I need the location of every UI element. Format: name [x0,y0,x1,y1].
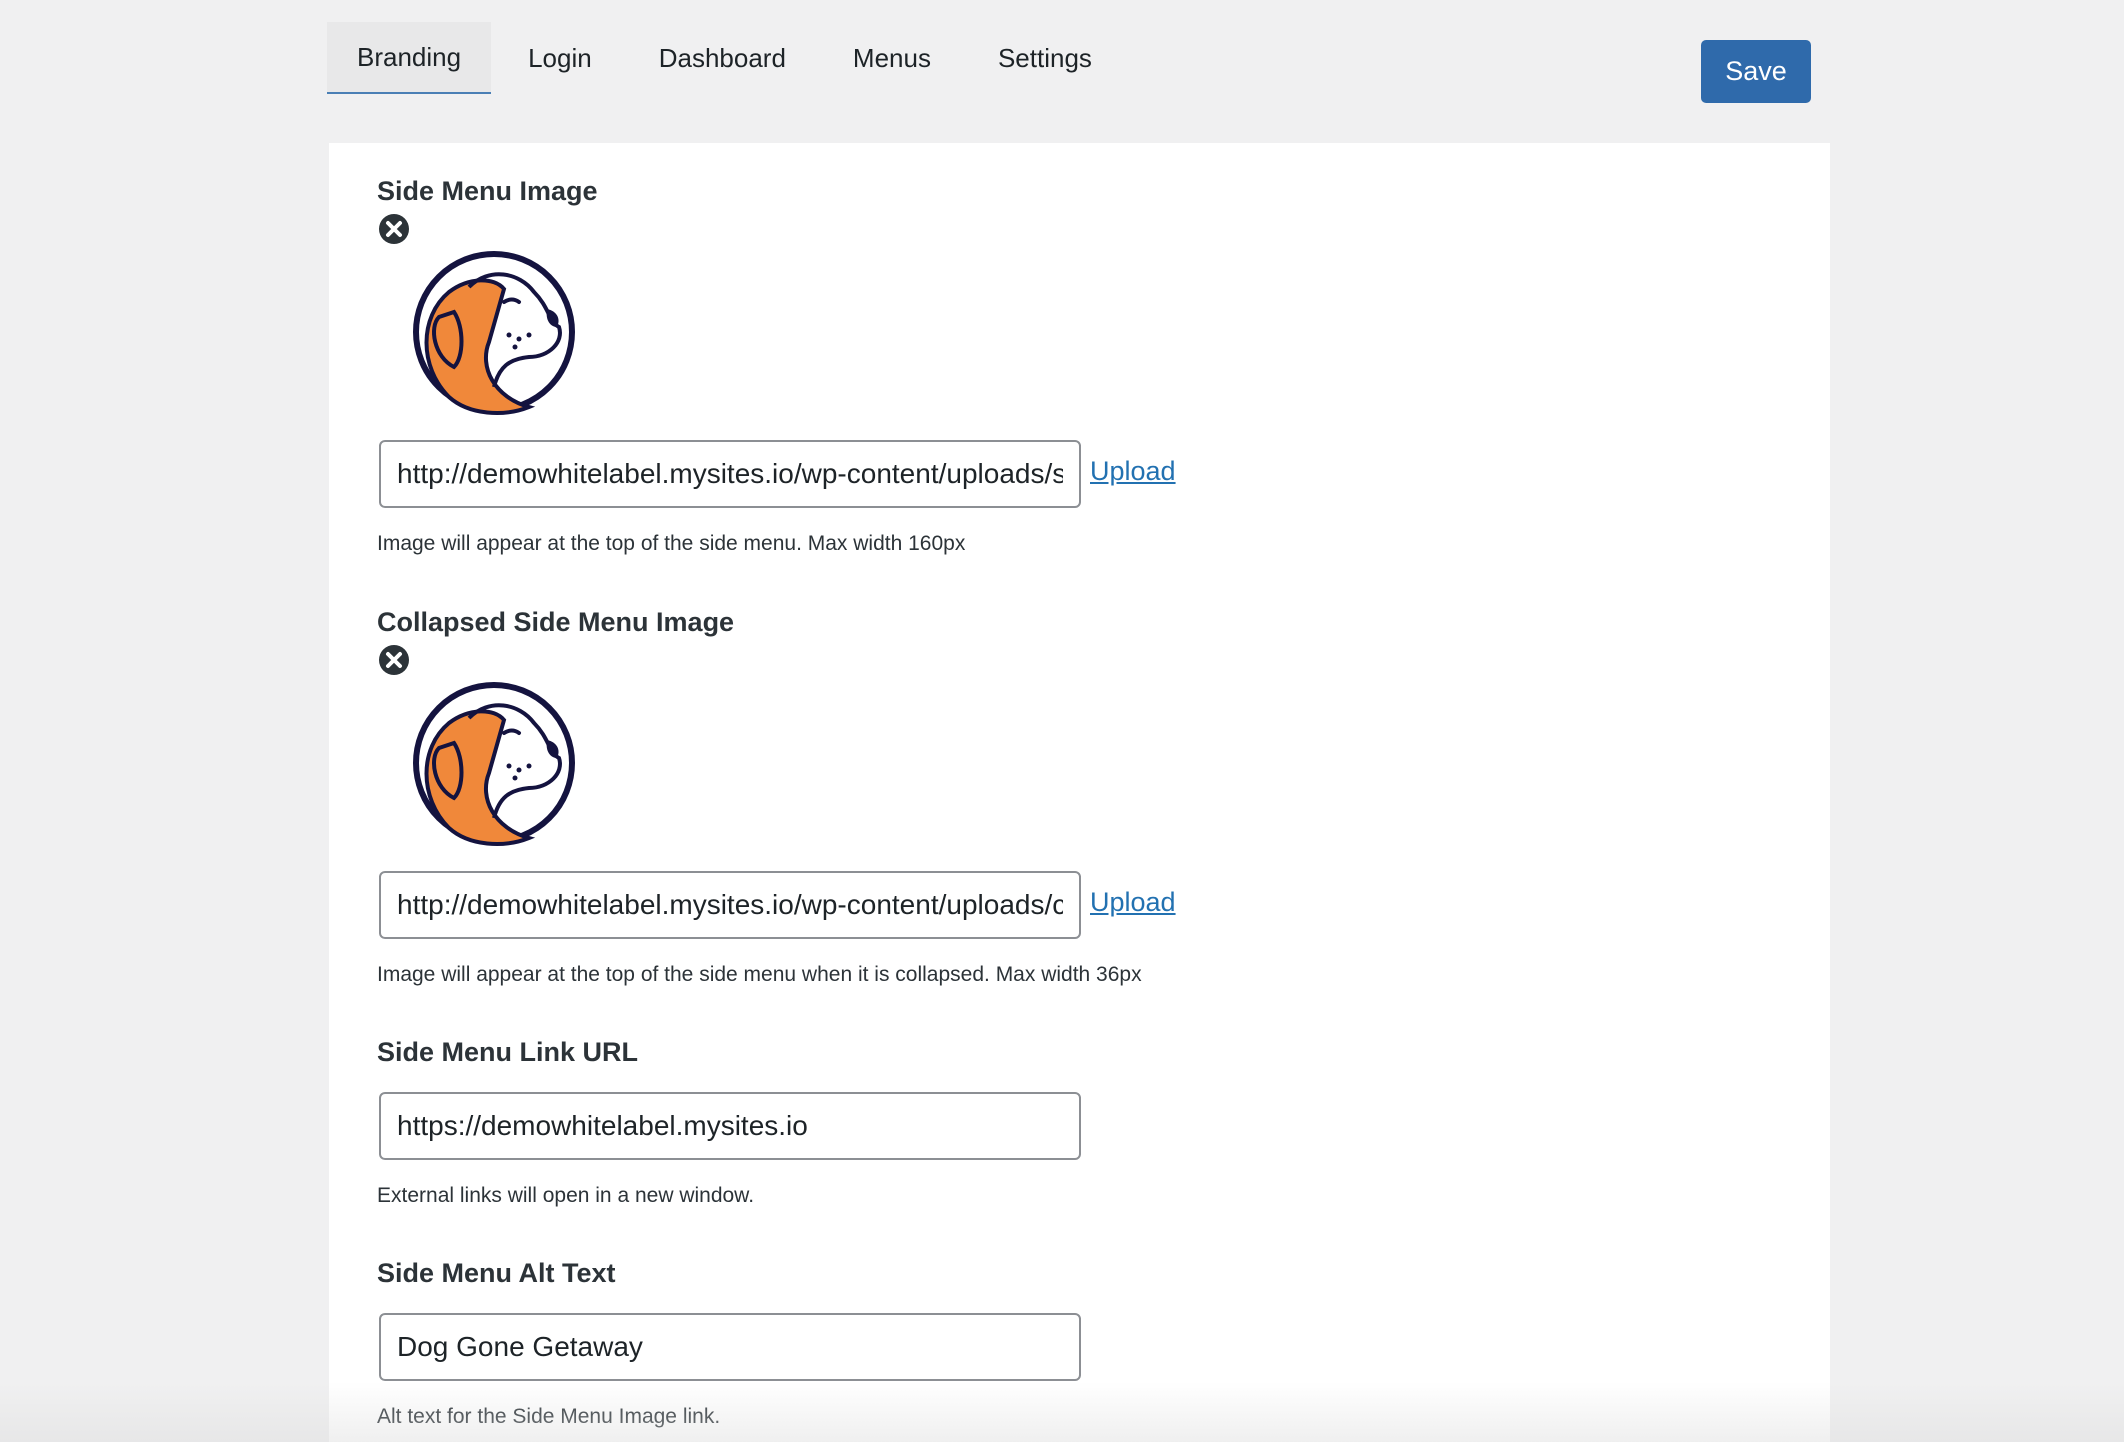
tab-dashboard[interactable]: Dashboard [629,22,816,94]
side-menu-alt-text-help: Alt text for the Side Menu Image link. [377,1405,721,1428]
side-menu-image-help: Image will appear at the top of the side… [377,532,966,555]
tab-settings[interactable]: Settings [968,22,1122,94]
save-button[interactable]: Save [1701,40,1811,103]
side-menu-image-upload-link[interactable]: Upload [1090,456,1176,487]
side-menu-alt-text-label: Side Menu Alt Text [377,1258,616,1288]
side-menu-image-url-input[interactable] [379,440,1081,508]
side-menu-link-url-input[interactable] [379,1092,1081,1160]
dog-logo-image [413,251,575,415]
collapsed-side-menu-image-field: Collapsed Side Menu Image [377,606,734,638]
collapsed-side-menu-image-url-input[interactable] [379,871,1081,939]
tab-bar: Branding Login Dashboard Menus Settings [327,22,1129,94]
side-menu-link-url-help: External links will open in a new window… [377,1184,755,1207]
close-circle-icon[interactable] [377,643,411,677]
side-menu-alt-text-field: Side Menu Alt Text [377,1257,616,1289]
side-menu-image-label: Side Menu Image [377,176,598,206]
close-circle-icon[interactable] [377,212,411,246]
side-menu-alt-text-input[interactable] [379,1313,1081,1381]
side-menu-image-field: Side Menu Image [377,175,598,207]
settings-page: Branding Login Dashboard Menus Settings … [0,0,2124,1442]
side-menu-link-url-field: Side Menu Link URL [377,1036,638,1068]
collapsed-side-menu-image-label: Collapsed Side Menu Image [377,607,735,637]
tab-login[interactable]: Login [498,22,622,94]
dog-logo-image [413,682,575,846]
collapsed-side-menu-image-upload-link[interactable]: Upload [1090,887,1176,918]
side-menu-link-url-label: Side Menu Link URL [377,1037,639,1067]
tab-branding[interactable]: Branding [327,22,492,94]
branding-panel: Side Menu Image Upload Image will appear… [329,143,1830,1442]
tab-menus[interactable]: Menus [823,22,961,94]
collapsed-side-menu-image-help: Image will appear at the top of the side… [377,963,1142,986]
